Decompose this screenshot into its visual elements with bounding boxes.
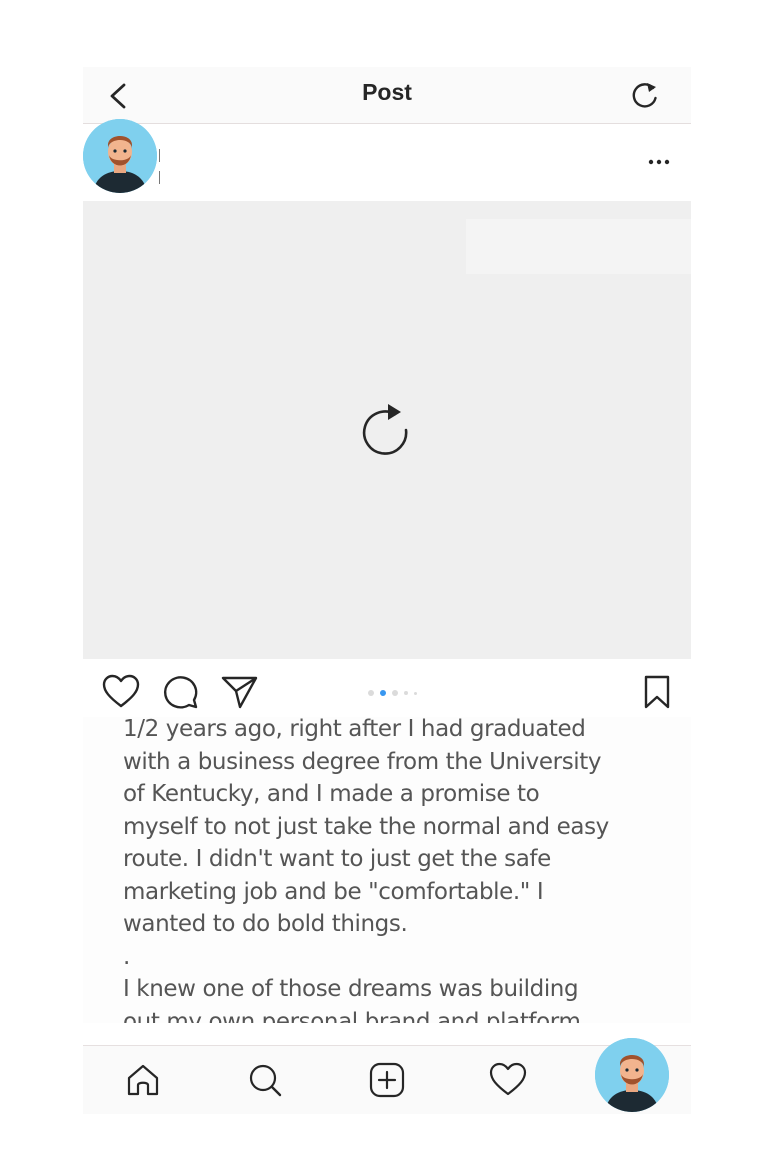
bottom-nav: [83, 1038, 691, 1114]
post-header: [83, 124, 691, 201]
carousel-dot: [368, 690, 374, 696]
carousel-dot: [414, 691, 417, 695]
search-icon[interactable]: [245, 1060, 285, 1100]
page-title: Post: [362, 79, 412, 105]
heart-icon[interactable]: [101, 673, 141, 711]
more-horizontal-icon[interactable]: [645, 155, 673, 169]
user-avatar-icon[interactable]: [83, 119, 157, 193]
post-caption: 1/2 years ago, right after I had graduat…: [83, 717, 691, 1023]
media-overlay-placeholder: [466, 219, 691, 274]
profile-avatar-icon[interactable]: [595, 1038, 669, 1112]
carousel-indicator: [368, 689, 417, 697]
action-bar: [83, 661, 691, 723]
add-post-icon[interactable]: [367, 1060, 407, 1100]
post-screen: Post 1/2 years ago, right after I had gr…: [83, 67, 691, 1114]
send-icon[interactable]: [219, 673, 259, 711]
top-bar: Post: [83, 67, 691, 124]
carousel-dot: [392, 690, 398, 696]
post-media[interactable]: [83, 201, 691, 659]
activity-heart-icon[interactable]: [488, 1060, 528, 1100]
refresh-icon[interactable]: [627, 75, 663, 115]
home-icon[interactable]: [123, 1060, 163, 1100]
reload-icon[interactable]: [357, 396, 417, 458]
carousel-dot-active: [380, 690, 386, 696]
caption-text: 1/2 years ago, right after I had graduat…: [123, 717, 609, 1023]
username-placeholder: [159, 149, 160, 184]
carousel-dot: [404, 691, 408, 695]
bookmark-icon[interactable]: [637, 673, 677, 711]
comment-icon[interactable]: [161, 673, 201, 711]
